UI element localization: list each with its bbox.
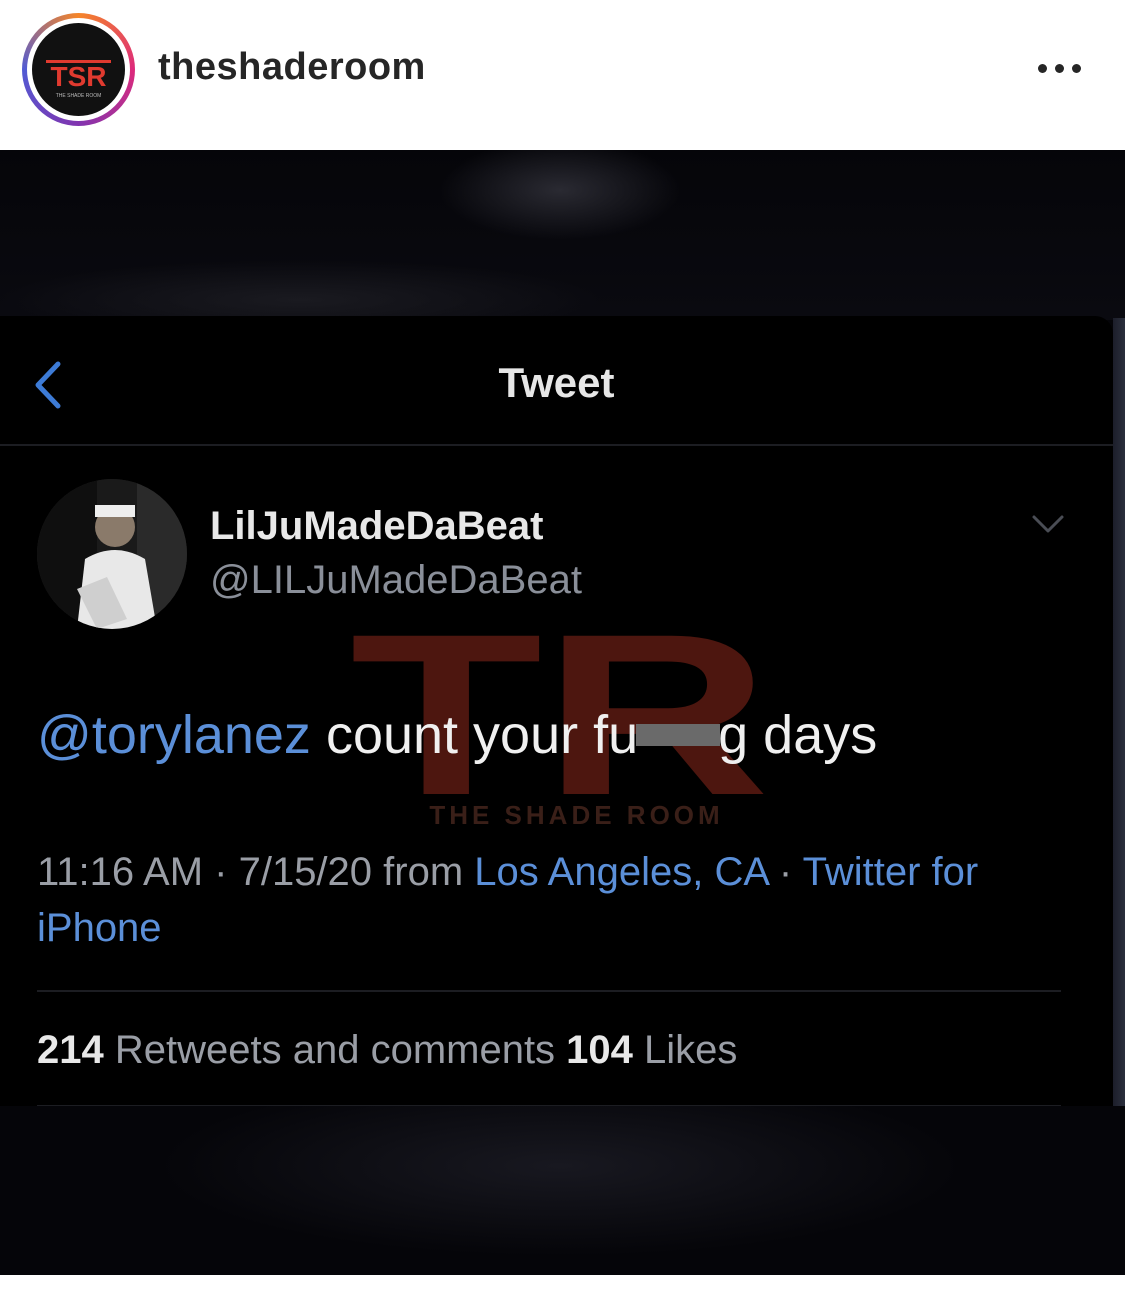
more-options-dot [1072, 64, 1081, 73]
tsr-logo-caption: THE SHADE ROOM [56, 93, 102, 99]
watermark-logo: TR [350, 596, 770, 796]
tweet-mention-link[interactable]: @torylanez [37, 705, 311, 765]
watermark-text: THE SHADE ROOM [429, 800, 724, 830]
divider [37, 990, 1061, 992]
retweets-count: 214 [37, 1028, 104, 1072]
post-photo: Tweet LilJuMadeDaBeat @LILJuMadeDaBeat T… [0, 150, 1125, 1275]
tsr-logo-letters: TSR [51, 61, 107, 92]
tweet-screenshot: Tweet LilJuMadeDaBeat @LILJuMadeDaBeat T… [0, 316, 1113, 1107]
more-options-button[interactable] [1034, 50, 1084, 86]
censor-bar [636, 723, 721, 746]
nav-title: Tweet [498, 359, 615, 406]
watermark-letters: TR [350, 596, 770, 796]
tweet-location-link[interactable]: Los Angeles, CA [474, 850, 768, 894]
tweet-text: @torylanez count your fu g days [37, 704, 877, 766]
person-photo-icon [37, 479, 187, 629]
retweets-label: Retweets and comments [103, 1028, 567, 1072]
post-header: TSR THE SHADE ROOM theshaderoom [0, 0, 1125, 150]
blurred-background-top [0, 150, 1125, 320]
tsr-logo-icon: TSR THE SHADE ROOM [46, 60, 111, 99]
tweet-nav-bar: Tweet [0, 316, 1113, 446]
retweets-stat[interactable]: 214 Retweets and comments [37, 1028, 566, 1072]
chevron-down-icon[interactable] [1030, 512, 1066, 536]
phone-edge [1113, 318, 1125, 1108]
avatar-border: TSR THE SHADE ROOM [27, 18, 130, 121]
tweet-metadata: 11:16 AM · 7/15/20 from Los Angeles, CA … [37, 844, 1037, 956]
more-options-icon [1038, 64, 1047, 73]
tweet-stats: 214 Retweets and comments 104 Likes [37, 1028, 737, 1073]
tweet-author-avatar[interactable] [37, 479, 187, 629]
tweet-text-part-1: count your fu [310, 705, 639, 765]
likes-label: Likes [632, 1028, 738, 1072]
tweet-text-part-2: g days [718, 705, 878, 765]
more-options-dot [1055, 64, 1064, 73]
profile-avatar[interactable]: TSR THE SHADE ROOM [22, 13, 135, 126]
meta-separator: · [767, 850, 803, 894]
likes-count: 104 [566, 1028, 633, 1072]
blurred-background-bottom [0, 1106, 1125, 1275]
likes-stat[interactable]: 104 Likes [566, 1028, 737, 1072]
tweet-display-name[interactable]: LilJuMadeDaBeat [210, 504, 543, 549]
post-username[interactable]: theshaderoom [158, 46, 426, 89]
tsr-logo: TSR THE SHADE ROOM [32, 23, 125, 116]
tweet-timestamp: 11:16 AM · 7/15/20 from [37, 850, 475, 894]
